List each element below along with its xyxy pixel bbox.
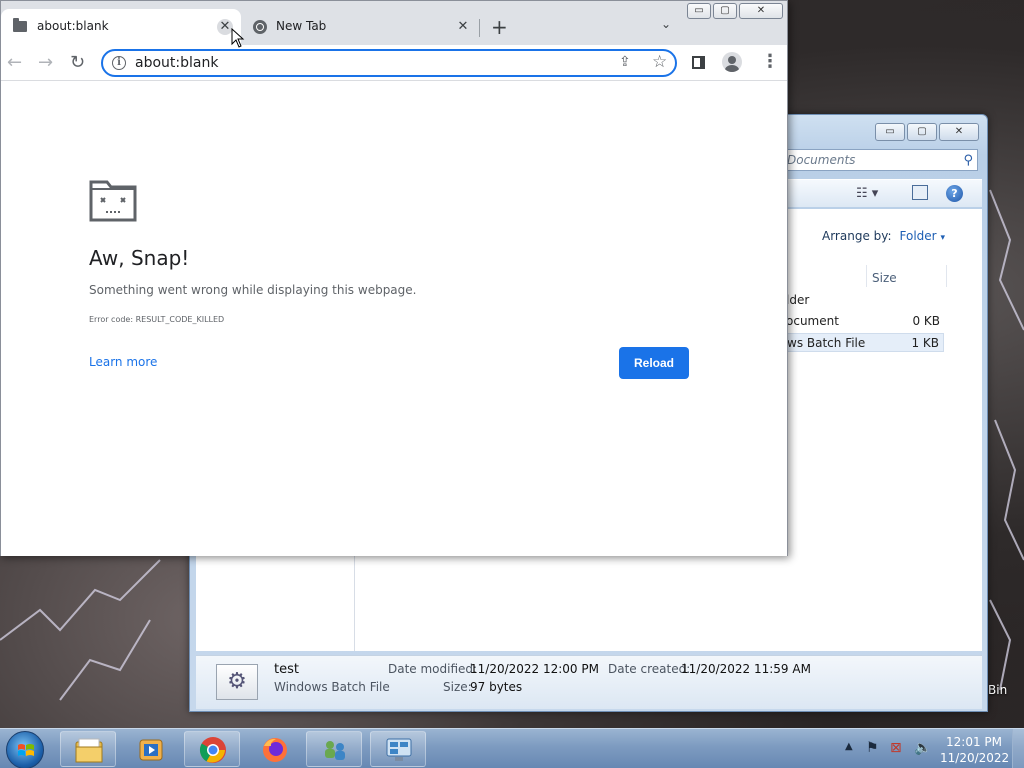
mouse-cursor-icon <box>231 28 245 48</box>
search-icon[interactable]: ⚲ <box>963 153 973 168</box>
reload-button[interactable]: Reload <box>619 347 689 379</box>
users-icon <box>325 741 345 760</box>
media-player-icon <box>139 739 163 761</box>
chrome-window: about:blank ✕ New Tab ✕ + ⌄ ▭ ▢ ✕ ← → ↻ … <box>0 0 788 556</box>
tab-strip: about:blank ✕ New Tab ✕ + ⌄ ▭ ▢ ✕ <box>1 1 787 45</box>
navigation-pane-divider[interactable] <box>354 555 355 651</box>
taskbar-network-users[interactable] <box>306 731 362 767</box>
tab-new-tab[interactable]: New Tab ✕ <box>241 9 479 45</box>
clock-date[interactable]: 11/20/2022 <box>940 751 1009 765</box>
taskbar-remote-desktop[interactable] <box>370 731 426 767</box>
network-disconnected-icon[interactable]: ⊠ <box>890 740 902 756</box>
clock-time[interactable]: 12:01 PM <box>944 735 1004 749</box>
windows-logo-icon <box>18 744 34 756</box>
volume-icon[interactable]: 🔈 <box>914 740 931 756</box>
arrange-by: Arrange by: Folder ▾ <box>822 229 945 243</box>
firefox-icon <box>263 738 287 762</box>
profile-avatar-icon[interactable] <box>722 52 742 72</box>
new-tab-button[interactable]: + <box>491 15 508 39</box>
taskbar-file-explorer[interactable] <box>60 731 116 767</box>
file-name: ocument <box>786 314 839 328</box>
learn-more-link[interactable]: Learn more <box>89 355 157 369</box>
details-pane: ⚙ test Windows Batch File Date modified:… <box>196 655 982 709</box>
date-created-value: 11/20/2022 11:59 AM <box>681 662 811 676</box>
sad-folder-icon <box>89 180 137 222</box>
error-title: Aw, Snap! <box>89 246 190 270</box>
details-file-type: Windows Batch File <box>274 680 390 694</box>
details-file-name: test <box>274 662 299 677</box>
explorer-search-box[interactable]: Documents ⚲ <box>786 149 978 171</box>
change-view-icon[interactable]: ☷ ▾ <box>856 186 878 201</box>
close-icon[interactable]: ✕ <box>455 19 471 35</box>
file-size: 0 KB <box>912 314 940 328</box>
back-icon[interactable]: ← <box>7 53 22 73</box>
reload-icon[interactable]: ↻ <box>70 53 85 73</box>
show-hidden-icons[interactable]: ▲ <box>845 741 853 752</box>
explorer-maximize-button[interactable]: ▢ <box>907 123 937 141</box>
date-created-label: Date created: <box>608 662 691 676</box>
file-name: ws Batch File <box>787 336 866 350</box>
column-divider[interactable] <box>946 265 947 287</box>
tab-title: about:blank <box>37 19 109 33</box>
show-desktop-button[interactable] <box>1012 729 1024 768</box>
explorer-content-area <box>196 555 982 651</box>
batch-file-icon: ⚙ <box>216 664 258 700</box>
browser-toolbar: ← → ↻ i about:blank ⇪ ☆ ⋮ <box>1 45 787 81</box>
size-value: 97 bytes <box>470 680 523 694</box>
action-center-icon[interactable]: ⚑ <box>866 740 879 756</box>
file-row-selected[interactable]: ws Batch File 1 KB <box>786 333 944 352</box>
tab-search-icon[interactable]: ⌄ <box>661 17 671 31</box>
file-row[interactable]: ocument 0 KB <box>786 312 944 331</box>
info-icon[interactable]: i <box>112 56 126 70</box>
close-button[interactable]: ✕ <box>739 3 783 19</box>
preview-pane-icon[interactable] <box>912 185 928 200</box>
chevron-down-icon[interactable]: ▾ <box>940 233 945 243</box>
file-name: lder <box>786 293 810 307</box>
column-divider[interactable] <box>866 265 867 287</box>
arrange-by-label: Arrange by: <box>822 229 892 243</box>
tab-about-blank[interactable]: about:blank ✕ <box>1 9 241 45</box>
recycle-bin-label[interactable]: Bin <box>988 683 1007 697</box>
explorer-window-controls: ▭ ▢ ✕ <box>875 123 979 141</box>
folder-icon <box>13 18 27 32</box>
address-bar-url[interactable]: about:blank <box>135 55 218 71</box>
share-icon[interactable]: ⇪ <box>619 54 631 70</box>
maximize-button[interactable]: ▢ <box>713 3 737 19</box>
size-label: Size: <box>443 680 472 694</box>
window-controls: ▭ ▢ ✕ <box>687 3 783 19</box>
chrome-icon <box>253 20 267 34</box>
folder-icon <box>75 738 103 763</box>
taskbar-media-player[interactable] <box>122 731 178 767</box>
tab-title: New Tab <box>276 19 327 33</box>
minimize-button[interactable]: ▭ <box>687 3 711 19</box>
side-panel-icon[interactable] <box>692 56 705 69</box>
address-bar[interactable]: i about:blank ⇪ ☆ <box>101 49 677 77</box>
date-modified-value: 11/20/2022 12:00 PM <box>470 662 599 676</box>
taskbar: ▲ ⚑ ⊠ 🔈 12:01 PM 11/20/2022 <box>0 728 1024 768</box>
menu-icon[interactable]: ⋮ <box>761 52 779 72</box>
taskbar-chrome[interactable] <box>184 731 240 767</box>
file-row[interactable]: lder <box>786 291 944 310</box>
explorer-close-button[interactable]: ✕ <box>939 123 979 141</box>
forward-icon[interactable]: → <box>38 53 53 73</box>
remote-desktop-icon <box>386 738 412 761</box>
help-icon[interactable]: ? <box>946 185 963 202</box>
chrome-icon <box>199 737 226 763</box>
error-message: Something went wrong while displaying th… <box>89 283 417 297</box>
explorer-minimize-button[interactable]: ▭ <box>875 123 905 141</box>
error-page: Aw, Snap! Something went wrong while dis… <box>1 82 787 556</box>
tab-divider <box>479 19 480 37</box>
taskbar-firefox[interactable] <box>246 731 302 767</box>
column-header-size[interactable]: Size <box>872 271 897 285</box>
date-modified-label: Date modified: <box>388 662 478 676</box>
arrange-by-value[interactable]: Folder <box>900 229 937 243</box>
start-button[interactable] <box>6 731 44 768</box>
explorer-toolbar: ☷ ▾ ? <box>786 179 982 207</box>
star-icon[interactable]: ☆ <box>652 52 667 72</box>
file-size: 1 KB <box>911 336 939 350</box>
explorer-search-placeholder: Documents <box>787 153 856 167</box>
error-code: Error code: RESULT_CODE_KILLED <box>89 315 225 324</box>
